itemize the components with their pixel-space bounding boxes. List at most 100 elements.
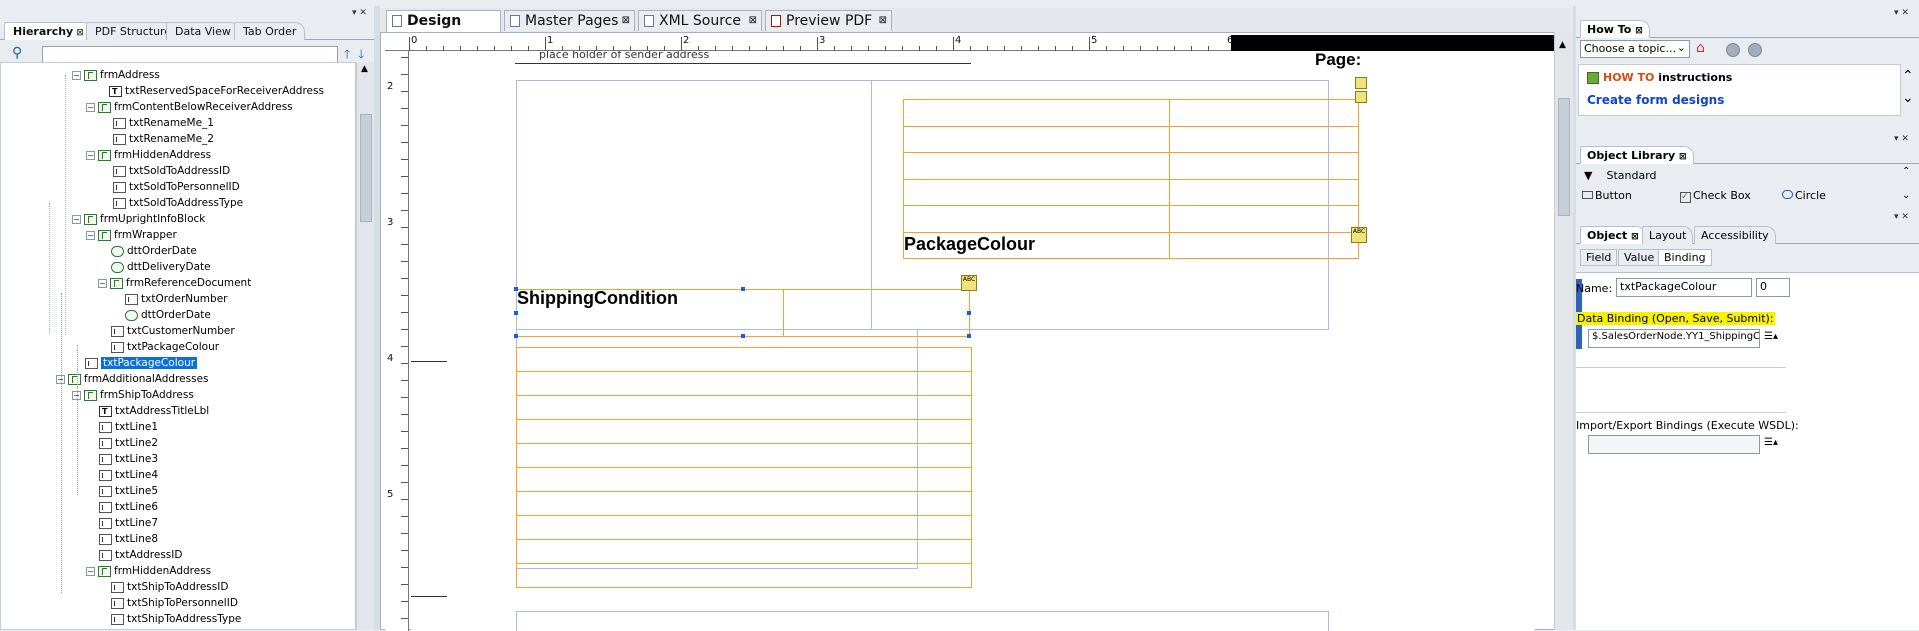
- objlib-item-circle[interactable]: Circle: [1782, 189, 1826, 202]
- close-icon[interactable]: ⊠: [1635, 26, 1643, 36]
- close-icon[interactable]: ⊠: [76, 28, 84, 38]
- tab-data-view[interactable]: Data View: [166, 22, 240, 40]
- tree-node[interactable]: − frmShipToAddress: [72, 387, 194, 403]
- data-binding-field[interactable]: $.SalesOrderNode.YY1_ShippingCon: [1588, 329, 1760, 348]
- chevron-up-icon[interactable]: ⌃: [1902, 68, 1914, 84]
- tab-master-pages[interactable]: Master Pages ⊠: [504, 10, 635, 31]
- hierarchy-scroll-thumb[interactable]: [360, 114, 372, 222]
- canvas-scroll-thumb[interactable]: [1558, 98, 1570, 216]
- tree-node[interactable]: txtSoldToPersonnelID: [113, 179, 240, 195]
- close-icon[interactable]: ⊠: [1631, 232, 1639, 242]
- tree-node[interactable]: dttDeliveryDate: [111, 259, 211, 275]
- form-page[interactable]: place holder of sender address Page: Pac…: [411, 51, 1535, 631]
- tree-node[interactable]: txtLine3: [99, 451, 158, 467]
- tab-object[interactable]: Object ⊠: [1580, 226, 1646, 244]
- tree-node[interactable]: txtAddressID: [99, 547, 182, 563]
- tree-node[interactable]: txtSoldToAddressID: [113, 163, 230, 179]
- back-button[interactable]: [1726, 43, 1740, 57]
- package-colour-label[interactable]: PackageColour: [904, 234, 1035, 255]
- tree-node[interactable]: txtShipToPersonnelID: [111, 595, 238, 611]
- tree-node[interactable]: − frmAddress: [72, 67, 160, 83]
- scroll-up-icon[interactable]: ▲: [1559, 40, 1566, 50]
- tree-node[interactable]: txtReservedSpaceForReceiverAddress: [109, 83, 324, 100]
- topic-select[interactable]: Choose a topic... ⌄: [1580, 40, 1690, 58]
- tree-node[interactable]: txtLine2: [99, 435, 158, 451]
- subtab-binding[interactable]: Binding: [1658, 249, 1712, 266]
- home-icon[interactable]: ⌂: [1696, 40, 1705, 56]
- chevron-up-icon[interactable]: ⌃: [1902, 166, 1910, 177]
- tree-node[interactable]: dttOrderDate: [111, 243, 197, 259]
- tree-node[interactable]: txtLine6: [99, 499, 158, 515]
- tab-how-to[interactable]: How To ⊠: [1580, 20, 1650, 38]
- panel-menu-icon[interactable]: ▾ ✕: [1894, 134, 1909, 144]
- tab-layout[interactable]: Layout: [1642, 226, 1694, 244]
- tree-node[interactable]: txtRenameMe_1: [113, 115, 214, 131]
- objlib-group-standard[interactable]: ▼ Standard: [1584, 169, 1657, 182]
- panel-menu-icon[interactable]: ▾ ✕: [352, 8, 367, 18]
- collapse-toggle-icon[interactable]: −: [86, 566, 95, 576]
- objlib-item-button[interactable]: Button: [1582, 189, 1632, 202]
- collapse-toggle-icon[interactable]: −: [72, 70, 81, 80]
- canvas-scrollbar[interactable]: ▲: [1554, 32, 1573, 630]
- chevron-down-icon[interactable]: ⌄: [1902, 190, 1910, 201]
- hierarchy-search-input[interactable]: [42, 46, 338, 63]
- panel-menu-icon[interactable]: ▾ ✕: [1894, 212, 1909, 222]
- tree-node[interactable]: txtShipToAddressID: [111, 579, 228, 595]
- hierarchy-scrollbar[interactable]: ▲: [356, 62, 374, 630]
- tree-node[interactable]: − frmReferenceDocument: [98, 275, 251, 291]
- collapse-toggle-icon[interactable]: −: [98, 278, 107, 288]
- subtab-value[interactable]: Value: [1618, 249, 1661, 266]
- collapse-toggle-icon[interactable]: −: [86, 102, 95, 112]
- objlib-item-checkbox[interactable]: ✓ Check Box: [1680, 189, 1751, 203]
- tab-design-view[interactable]: Design View: [386, 10, 501, 49]
- tree-node[interactable]: txtLine5: [99, 483, 158, 499]
- tree-node[interactable]: txtLine1: [99, 419, 158, 435]
- tab-xml-source[interactable]: XML Source ⊠: [638, 10, 762, 31]
- close-icon[interactable]: ⊠: [622, 11, 630, 31]
- tree-node[interactable]: − frmUprightInfoBlock: [72, 211, 205, 227]
- collapse-toggle-icon[interactable]: −: [86, 150, 95, 160]
- collapse-toggle-icon[interactable]: −: [72, 214, 81, 224]
- tab-tab-order[interactable]: Tab Order: [234, 22, 306, 40]
- tree-node[interactable]: − frmHiddenAddress: [86, 147, 211, 163]
- tab-hierarchy[interactable]: Hierarchy ⊠: [4, 22, 93, 40]
- binding-menu-icon[interactable]: ☰▴: [1764, 331, 1778, 342]
- close-icon[interactable]: ⊠: [749, 11, 757, 31]
- scroll-up-icon[interactable]: ▲: [361, 64, 368, 74]
- tree-node[interactable]: − frmHiddenAddress: [86, 563, 211, 579]
- tree-node[interactable]: txtRenameMe_2: [113, 131, 214, 147]
- tree-node[interactable]: txtSoldToAddressType: [113, 195, 243, 211]
- tree-node[interactable]: − frmWrapper: [86, 227, 177, 243]
- create-form-designs-link[interactable]: Create form designs: [1587, 93, 1724, 107]
- panel-menu-icon[interactable]: ▾ ✕: [1894, 8, 1909, 18]
- chevron-down-icon[interactable]: ⌄: [1902, 90, 1914, 106]
- tree-node[interactable]: txtOrderNumber: [125, 291, 227, 307]
- subtab-field[interactable]: Field: [1580, 249, 1618, 266]
- design-canvas[interactable]: 0123456 2345 place holder of sender addr…: [380, 32, 1573, 631]
- tree-node[interactable]: txtLine8: [99, 531, 158, 547]
- binding-menu-icon[interactable]: ☰▴: [1764, 437, 1778, 448]
- tree-node[interactable]: dttOrderDate: [125, 307, 211, 323]
- lines-table[interactable]: [516, 347, 972, 588]
- tree-node[interactable]: txtCustomerNumber: [111, 323, 235, 339]
- tab-object-library[interactable]: Object Library ⊠: [1580, 146, 1694, 164]
- tree-node[interactable]: txtLine7: [99, 515, 158, 531]
- tree-node[interactable]: txtAddressTitleLbl: [99, 403, 209, 420]
- name-index-field[interactable]: 0: [1756, 278, 1790, 297]
- tree-node[interactable]: txtLine4: [99, 467, 158, 483]
- tab-accessibility[interactable]: Accessibility: [1694, 226, 1776, 244]
- tab-preview-pdf[interactable]: Preview PDF ⊠: [765, 10, 892, 31]
- tree-node[interactable]: txtPackageColour: [85, 355, 198, 371]
- close-icon[interactable]: ⊠: [1679, 152, 1687, 162]
- search-icon[interactable]: ⚲: [12, 45, 22, 61]
- shipping-condition-field[interactable]: ShippingCondition: [514, 287, 971, 338]
- forward-button[interactable]: [1748, 43, 1762, 57]
- tree-node[interactable]: txtPackageColour: [111, 339, 219, 355]
- tree-node[interactable]: txtShipToAddressType: [111, 611, 241, 627]
- name-field[interactable]: txtPackageColour: [1616, 278, 1752, 297]
- close-icon[interactable]: ⊠: [879, 11, 887, 31]
- import-export-field[interactable]: [1588, 435, 1760, 454]
- collapse-toggle-icon[interactable]: −: [86, 230, 95, 240]
- tree-node[interactable]: − frmContentBelowReceiverAddress: [86, 99, 293, 115]
- tree-node[interactable]: − frmAdditionalAddresses: [56, 371, 209, 387]
